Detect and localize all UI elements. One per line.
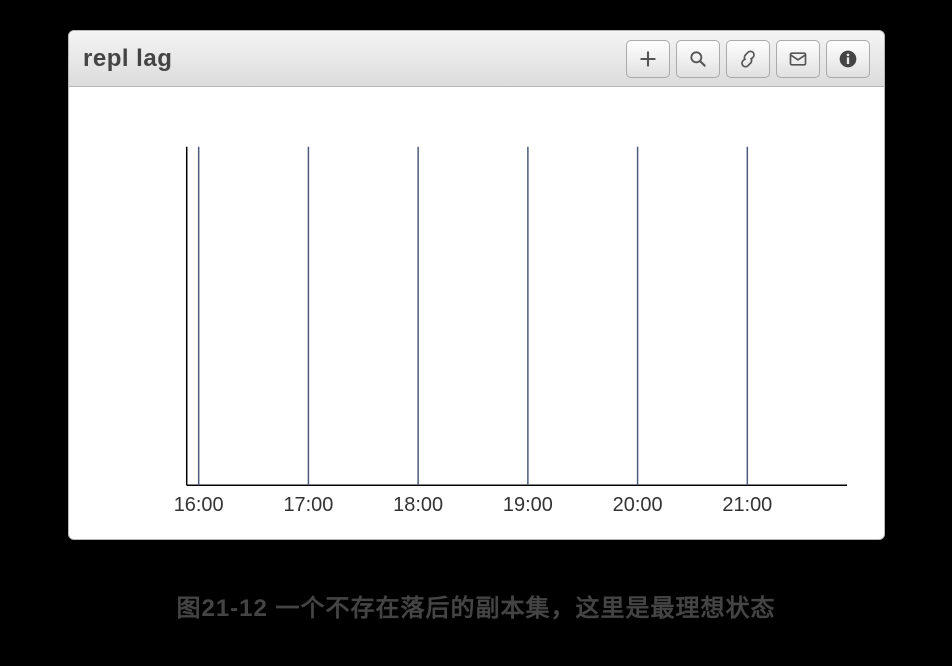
svg-text:16:00: 16:00 <box>174 494 224 516</box>
plus-icon <box>638 49 658 69</box>
chart-area: 16:00 17:00 18:00 19:00 20:00 21:00 <box>69 87 884 539</box>
info-button[interactable] <box>826 40 870 78</box>
chart-svg: 16:00 17:00 18:00 19:00 20:00 21:00 <box>69 87 884 539</box>
link-icon <box>738 49 758 69</box>
panel-toolbar <box>626 40 870 78</box>
panel-title: repl lag <box>83 45 172 73</box>
svg-text:19:00: 19:00 <box>503 494 553 516</box>
mail-button[interactable] <box>776 40 820 78</box>
figure-caption: 图21-12 一个不存在落后的副本集，这里是最理想状态 <box>0 588 952 623</box>
info-icon <box>838 49 858 69</box>
mail-icon <box>788 49 808 69</box>
panel-header: repl lag <box>69 31 884 87</box>
svg-text:21:00: 21:00 <box>722 494 772 516</box>
link-button[interactable] <box>726 40 770 78</box>
svg-text:18:00: 18:00 <box>393 494 443 516</box>
zoom-button[interactable] <box>676 40 720 78</box>
search-icon <box>688 49 708 69</box>
svg-text:17:00: 17:00 <box>283 494 333 516</box>
chart-panel: repl lag <box>68 30 885 540</box>
add-button[interactable] <box>626 40 670 78</box>
svg-text:20:00: 20:00 <box>613 494 663 516</box>
